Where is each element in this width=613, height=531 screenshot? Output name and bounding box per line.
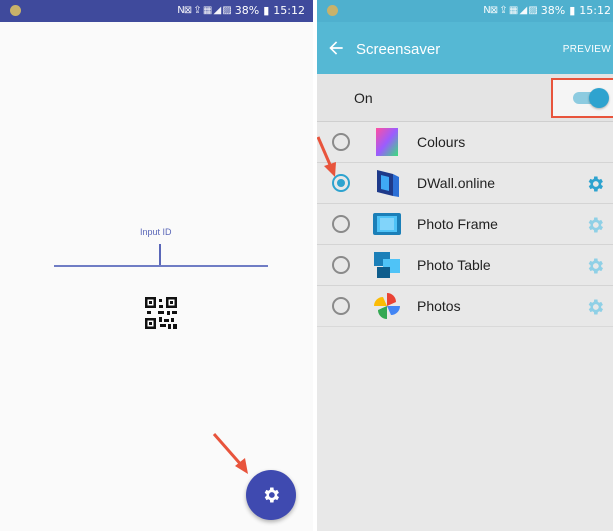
screensaver-switch[interactable] [573,88,609,108]
switch-thumb [589,88,609,108]
toggle-label: On [354,90,373,106]
qr-code-icon[interactable] [145,297,177,329]
list-item-photo-frame[interactable]: Photo Frame [317,204,613,245]
item-label: Photo Table [417,257,491,273]
item-label: Photos [417,298,461,314]
battery-icon: ▮ [569,4,576,17]
settings-gear-icon[interactable] [585,215,605,235]
photo-table-icon [374,252,400,278]
status-time: 15:12 [273,4,305,17]
item-label: DWall.online [417,175,496,191]
radio-button[interactable] [332,215,350,233]
preview-button[interactable]: PREVIEW [563,44,611,55]
status-bar: N⊠ ⇪ ▦ ◢ ▨ 38% ▮ 15:12 [0,0,313,22]
radio-button[interactable] [332,297,350,315]
photos-pinwheel-icon [374,293,400,319]
colours-icon [376,128,398,156]
list-item-photos[interactable]: Photos [317,286,613,327]
settings-gear-icon[interactable] [585,256,605,276]
status-icons: N⊠ ⇪ ▦ ◢ ▨ [177,5,232,16]
settings-gear-icon[interactable] [585,174,605,194]
status-time: 15:12 [579,4,611,17]
screensaver-list: Colours DWall.online Photo Frame Photo T… [317,122,613,327]
dwall-online-icon [377,170,399,197]
input-id-label: Input ID [140,227,172,237]
left-phone-screen: N⊠ ⇪ ▦ ◢ ▨ 38% ▮ 15:12 Input ID [0,0,313,531]
list-item-colours[interactable]: Colours [317,122,613,163]
item-label: Colours [417,134,466,150]
status-bar: N⊠ ⇪ ▦ ◢ ▨ 38% ▮ 15:12 [317,0,613,22]
battery-icon: ▮ [263,4,270,17]
battery-level: 38% [540,4,566,17]
settings-fab-button[interactable] [246,470,296,520]
radio-button[interactable] [332,256,350,274]
item-label: Photo Frame [417,216,498,232]
gear-icon [264,487,279,503]
annotation-arrow [317,136,336,177]
right-phone-screen: N⊠ ⇪ ▦ ◢ ▨ 38% ▮ 15:12 Screensaver PREVI… [317,0,613,531]
settings-gear-icon[interactable] [585,297,605,317]
list-item-photo-table[interactable]: Photo Table [317,245,613,286]
status-icons: N⊠ ⇪ ▦ ◢ ▨ [483,5,538,16]
text-cursor [159,244,161,265]
list-item-dwall-online[interactable]: DWall.online [317,163,613,204]
app-notification-icon [10,5,21,16]
photo-frame-icon [373,213,401,235]
app-notification-icon [327,5,338,16]
status-bar-right: N⊠ ⇪ ▦ ◢ ▨ 38% ▮ 15:12 [177,4,305,17]
annotation-arrow [212,433,248,474]
battery-level: 38% [234,4,260,17]
status-bar-right: N⊠ ⇪ ▦ ◢ ▨ 38% ▮ 15:12 [483,4,611,17]
app-bar: Screensaver PREVIEW [317,22,613,74]
screensaver-toggle-row[interactable]: On [317,74,613,122]
input-id-field[interactable] [54,265,268,267]
page-title: Screensaver [356,41,441,58]
back-arrow-icon[interactable] [326,38,346,58]
